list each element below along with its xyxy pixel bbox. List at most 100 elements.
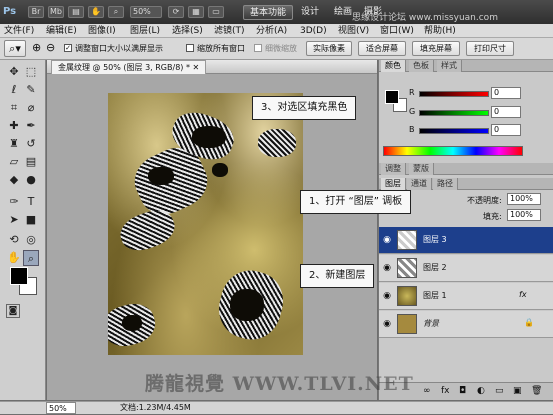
menu-help[interactable]: 帮助(H)	[424, 24, 456, 38]
path-selection-tool-icon[interactable]: ➤	[6, 212, 22, 228]
document-tab[interactable]: 金属纹理 @ 50% (图层 3, RGB/8) * ✕	[51, 60, 207, 74]
opacity-label: 不透明度:	[467, 196, 502, 205]
quick-mask-icon[interactable]: ◙	[6, 304, 20, 318]
3d-orbit-tool-icon[interactable]: ◎	[23, 232, 39, 248]
zoom-icon[interactable]: ⌕	[108, 6, 124, 18]
menu-file[interactable]: 文件(F)	[4, 24, 34, 38]
layer-name[interactable]: 背景	[423, 318, 439, 329]
tab-swatches[interactable]: 色板	[409, 60, 434, 72]
tab-paths[interactable]: 路径	[433, 178, 458, 190]
marquee-tool-icon[interactable]: ⬚	[23, 64, 39, 80]
history-brush-tool-icon[interactable]: ↺	[23, 136, 39, 152]
screen-mode-icon[interactable]: ▭	[208, 6, 224, 18]
layer-name[interactable]: 图层 3	[423, 234, 447, 245]
color-panel-foreground-swatch-top[interactable]	[385, 90, 399, 104]
menu-layer[interactable]: 图层(L)	[130, 24, 160, 38]
tool-preset-picker[interactable]: ⌕▾	[4, 40, 26, 57]
dodge-tool-icon[interactable]: ●	[23, 172, 39, 188]
b-slider[interactable]	[419, 128, 489, 134]
rotate-view-icon[interactable]: ⟳	[168, 6, 184, 18]
hand-zoom-icon[interactable]: ✋	[88, 6, 104, 18]
menu-filter[interactable]: 滤镜(T)	[214, 24, 245, 38]
visibility-eye-icon[interactable]: ◉	[382, 263, 392, 273]
print-size-button[interactable]: 打印尺寸	[466, 41, 514, 56]
r-slider[interactable]	[419, 91, 489, 97]
menu-image[interactable]: 图像(I)	[88, 24, 116, 38]
zoom-tool-icon[interactable]: ⌕	[23, 250, 39, 266]
tab-styles[interactable]: 样式	[437, 60, 462, 72]
trash-icon[interactable]: 🗑	[531, 386, 542, 396]
clone-stamp-tool-icon[interactable]: ♜	[6, 136, 22, 152]
menu-window[interactable]: 窗口(W)	[380, 24, 414, 38]
tab-adjustments[interactable]: 调整	[381, 163, 406, 175]
fit-screen-button[interactable]: 适合屏幕	[358, 41, 406, 56]
type-tool-icon[interactable]: T	[23, 194, 39, 210]
g-value-input[interactable]: 0	[491, 106, 521, 118]
move-tool-icon[interactable]: ✥	[6, 64, 22, 80]
workspace-design[interactable]: 设计	[296, 5, 324, 20]
layer-effects-icon[interactable]: fx	[519, 290, 527, 299]
tab-masks[interactable]: 蒙版	[409, 163, 434, 175]
color-spectrum-bar[interactable]	[383, 146, 523, 156]
menu-analysis[interactable]: 分析(A)	[256, 24, 287, 38]
eyedropper-tool-icon[interactable]: ⌀	[23, 100, 39, 116]
mini-bridge-icon[interactable]: Mb	[48, 6, 64, 18]
menu-3d[interactable]: 3D(D)	[300, 24, 327, 38]
gradient-tool-icon[interactable]: ▤	[23, 154, 39, 170]
menu-select[interactable]: 选择(S)	[172, 24, 203, 38]
bridge-icon[interactable]: Br	[28, 6, 44, 18]
eraser-tool-icon[interactable]: ▱	[6, 154, 22, 170]
zoom-all-checkbox[interactable]	[186, 44, 194, 52]
r-value-input[interactable]: 0	[491, 87, 521, 99]
add-mask-icon[interactable]: ◘	[459, 386, 466, 396]
tab-color[interactable]: 颜色	[381, 60, 406, 72]
zoom-out-icon[interactable]: ⊖	[46, 41, 55, 55]
layer-row[interactable]: ◉ 图层 1 fx	[379, 283, 553, 310]
pen-tool-icon[interactable]: ✑	[6, 194, 22, 210]
layer-name[interactable]: 图层 2	[423, 262, 447, 273]
menu-edit[interactable]: 编辑(E)	[46, 24, 77, 38]
b-value-input[interactable]: 0	[491, 124, 521, 136]
3d-rotate-tool-icon[interactable]: ⟲	[6, 232, 22, 248]
zoom-in-icon[interactable]: ⊕	[32, 41, 41, 55]
layer-row[interactable]: ◉ 图层 3	[379, 227, 553, 254]
link-layers-icon[interactable]: ∞	[423, 386, 431, 396]
zoom-level-field[interactable]: 50%	[46, 402, 76, 414]
hand-tool-icon[interactable]: ✋	[6, 250, 22, 266]
zoom-level-select[interactable]: 50%	[130, 6, 162, 18]
layer-name[interactable]: 图层 1	[423, 290, 447, 301]
actual-pixels-button[interactable]: 实际像素	[306, 41, 352, 56]
fill-label: 填充:	[483, 212, 502, 221]
layer-row[interactable]: ◉ 背景 🔒	[379, 311, 553, 338]
foreground-color-swatch-top[interactable]	[10, 267, 28, 285]
crop-tool-icon[interactable]: ⌗	[6, 100, 22, 116]
lasso-tool-icon[interactable]: ℓ	[6, 82, 22, 98]
quick-select-tool-icon[interactable]: ✎	[23, 82, 39, 98]
new-layer-icon[interactable]: ▣	[513, 386, 522, 396]
document-canvas[interactable]	[108, 93, 303, 355]
visibility-eye-icon[interactable]: ◉	[382, 235, 392, 245]
scrubby-zoom-checkbox[interactable]	[254, 44, 262, 52]
tab-layers[interactable]: 图层	[381, 178, 406, 190]
visibility-eye-icon[interactable]: ◉	[382, 291, 392, 301]
visibility-eye-icon[interactable]: ◉	[382, 319, 392, 329]
blur-tool-icon[interactable]: ◆	[6, 172, 22, 188]
g-slider[interactable]	[419, 110, 489, 116]
add-style-icon[interactable]: fx	[441, 386, 450, 396]
arrange-documents-icon[interactable]: ▦	[188, 6, 204, 18]
adjustment-layer-icon[interactable]: ◐	[477, 386, 485, 396]
group-icon[interactable]: ▭	[495, 386, 504, 396]
tab-channels[interactable]: 通道	[407, 178, 432, 190]
opacity-input[interactable]: 100%	[507, 193, 541, 205]
fill-input[interactable]: 100%	[507, 209, 541, 221]
shape-tool-icon[interactable]: ■	[23, 212, 39, 228]
menu-view[interactable]: 视图(V)	[338, 24, 369, 38]
fill-screen-button[interactable]: 填充屏幕	[412, 41, 460, 56]
close-tab-icon[interactable]: ✕	[193, 63, 200, 72]
brush-tool-icon[interactable]: ✒	[23, 118, 39, 134]
resize-windows-checkbox[interactable]: ✓	[64, 44, 72, 52]
workspace-basic[interactable]: 基本功能	[243, 5, 293, 20]
view-extras-icon[interactable]: ▤	[68, 6, 84, 18]
layer-row[interactable]: ◉ 图层 2	[379, 255, 553, 282]
healing-brush-tool-icon[interactable]: ✚	[6, 118, 22, 134]
